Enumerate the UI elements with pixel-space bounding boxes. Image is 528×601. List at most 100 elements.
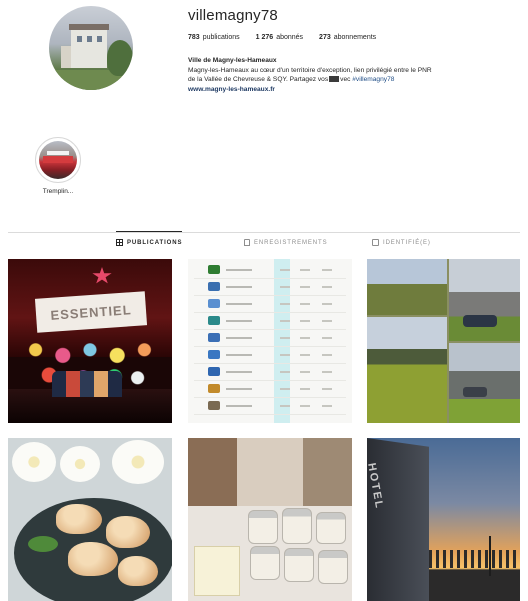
row-text [226,320,252,322]
profile-bio: Ville de Magny-les-Hameaux Magny-les-Ham… [188,56,523,94]
row-divider [194,278,346,279]
bookmark-icon [244,239,250,246]
row-logo [208,282,220,291]
row-value [280,405,290,407]
row-value [300,371,310,373]
jar-shape [250,546,280,580]
following-stat[interactable]: 273 abonnements [319,34,376,41]
row-logo [208,333,220,342]
tabs-divider [8,232,520,233]
tab-identifie-label: IDENTIFIÉ(E) [383,239,431,246]
profile-stats: 783 publications 1 276 abonnés 273 abonneme… [188,34,376,41]
dumpling-shape [68,542,118,576]
row-divider [194,312,346,313]
row-divider [194,346,346,347]
row-value [322,303,332,305]
tag-icon [372,239,379,246]
row-logo [208,265,220,274]
row-text [226,337,252,339]
post-thumbnail-roads-collage[interactable] [367,259,520,423]
front-row-people [52,371,122,397]
row-logo [208,367,220,376]
row-text [226,286,252,288]
tab-identifie[interactable]: IDENTIFIÉ(E) [372,239,431,246]
tree-line [429,550,520,568]
bio-hashtag-link[interactable]: #villemagny78 [352,76,394,83]
product-card [194,546,240,596]
posts-count: 783 [188,34,200,41]
avatar-window [97,36,102,42]
row-value [322,405,332,407]
row-text [226,371,252,373]
row-value [280,303,290,305]
collage-photo [449,259,520,341]
bio-line-1: Magny-les-Hameaux au cœur d'un territoir… [188,66,432,74]
row-text [226,303,252,305]
car-shape [463,387,487,397]
tab-enregistrements-label: ENREGISTREMENTS [254,239,328,246]
collage-photo [449,343,520,423]
row-text [226,405,252,407]
jar-shape [282,508,312,544]
story-highlight[interactable]: Tremplin... [34,137,82,195]
row-value [300,269,310,271]
post-thumbnail-food-plate[interactable] [8,438,172,601]
dumpling-shape [118,556,158,586]
row-value [322,337,332,339]
posts-label: publications [202,34,240,41]
row-value [322,371,332,373]
grid-icon [116,239,123,246]
collage-photo [367,259,447,315]
row-logo [208,316,220,325]
tab-enregistrements[interactable]: ENREGISTREMENTS [244,239,328,246]
jar-shape [316,512,346,544]
redacted-emoji-icon [329,76,340,83]
row-value [322,286,332,288]
row-value [300,405,310,407]
row-divider [194,295,346,296]
row-value [280,388,290,390]
row-value [280,286,290,288]
tab-publications[interactable]: PUBLICATIONS [116,231,183,246]
jar-shape [284,548,314,582]
followers-count: 1 276 [255,34,274,41]
row-value [300,354,310,356]
post-thumbnail-hotel-sunset[interactable]: HOTEL [367,438,520,601]
followers-stat[interactable]: 1 276 abonnés [256,34,303,41]
row-value [322,354,332,356]
post-thumbnail-jars-market[interactable] [188,438,352,601]
row-text [226,354,252,356]
highlight-cover-awning [43,156,73,163]
bio-line-2-text: de la Vallée de Chevreuse & SQY. Partage… [188,76,329,84]
tab-publications-label: PUBLICATIONS [127,239,183,246]
post-thumbnail-stage-show[interactable]: ESSENTIEL [8,259,172,423]
row-logo [208,350,220,359]
row-divider [194,363,346,364]
row-text [226,269,252,271]
row-value [280,269,290,271]
flower-shape [12,442,56,482]
market-stall-scene [188,438,352,506]
dumpling-shape [106,516,150,548]
avatar-window [87,36,92,42]
herb-garnish [28,536,58,552]
row-divider [194,414,346,415]
jar-shape [248,510,278,544]
post-thumbnail-ranking-table[interactable] [188,259,352,423]
highlight-cover-sign [47,151,69,155]
row-value [280,354,290,356]
row-divider [194,380,346,381]
profile-username: villemagny78 [188,7,278,24]
posts-stat[interactable]: 783 publications [188,34,240,41]
row-logo [208,401,220,410]
profile-avatar[interactable] [49,6,133,90]
highlight-ring [35,137,81,183]
avatar-building [71,28,107,68]
car-shape [463,315,497,327]
row-value [280,337,290,339]
avatar-tree [107,40,133,76]
row-value [300,303,310,305]
bio-website-link[interactable]: www.magny-les-hameaux.fr [188,85,523,95]
row-logo [208,384,220,393]
highlight-column [274,259,290,423]
